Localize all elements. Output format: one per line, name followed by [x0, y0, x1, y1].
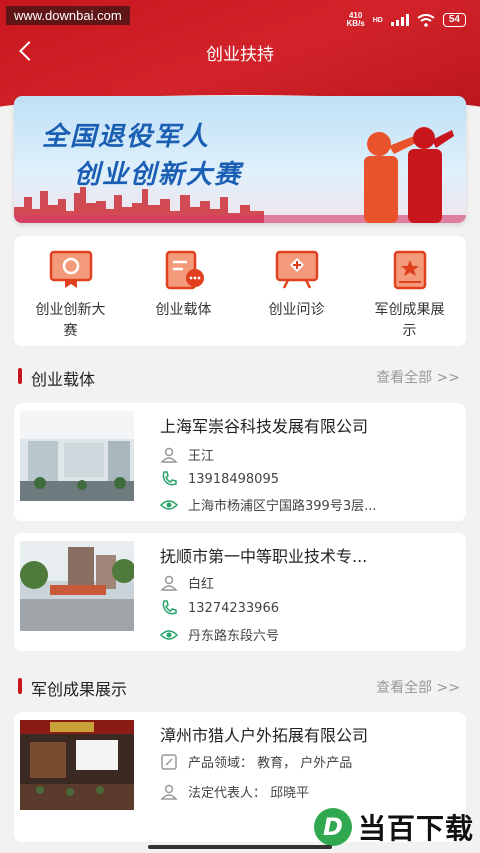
office-photo [20, 411, 134, 501]
category-achievements[interactable]: 军创成果展示 [362, 250, 458, 346]
certificate-icon [49, 250, 92, 288]
banner-line-1: 全国退役军人 [42, 122, 211, 152]
person-icon [160, 784, 178, 800]
page-title: 创业扶持 [206, 45, 274, 65]
status-bar: 410 KB/s HD 54 [347, 12, 466, 28]
site-logo: D 当百下载 [313, 807, 474, 847]
address: 丹东路东段六号 [188, 629, 280, 644]
battery-icon: 54 [442, 13, 466, 27]
address-row: 丹东路东段六号 [160, 625, 428, 644]
contact-person-row: 王江 [160, 445, 428, 464]
view-all-achievements-link[interactable]: 查看全部 >> [376, 677, 460, 697]
contact-person: 白红 [188, 577, 215, 592]
signal-icon [390, 14, 409, 26]
saluting-soldiers-illustration [364, 127, 454, 223]
logo-text: 当百下载 [357, 812, 474, 845]
carrier-card[interactable]: 抚顺市第一中等职业技术专... 白红 13274233966 丹东路东段六号 [14, 533, 466, 651]
section-title: 军创成果展示 [31, 680, 128, 699]
school-photo [20, 541, 134, 631]
address: 上海市杨浦区宁国路399号3层... [188, 499, 377, 514]
contact-person: 王江 [188, 449, 215, 464]
medical-board-icon [275, 250, 318, 289]
logo-mark: D [313, 808, 352, 846]
edit-field-icon [161, 753, 177, 770]
document-chat-icon [165, 250, 204, 290]
exhibition-booth-photo [20, 720, 134, 810]
watermark: www.downbai.com [6, 6, 130, 25]
address-row: 上海市杨浦区宁国路399号3层... [160, 495, 428, 514]
hd-indicator: HD [372, 16, 383, 24]
section-title: 创业载体 [31, 370, 96, 389]
category-grid: 创业创新大赛 创业载体 创业问诊 军创成果展示 [14, 236, 466, 346]
category-label: 创业问诊 [268, 302, 325, 318]
section-accent-bar [18, 368, 22, 384]
contact-person-row: 白红 [160, 573, 428, 592]
eye-icon [160, 629, 178, 640]
legal-representative: 法定代表人： 邱晓平 [188, 786, 310, 801]
phone-row: 13918498095 [160, 470, 428, 488]
product-field-row: 产品领域： 教育， 户外产品 [160, 752, 428, 771]
category-contest[interactable]: 创业创新大赛 [23, 250, 119, 346]
category-consult[interactable]: 创业问诊 [249, 250, 345, 346]
company-name: 漳州市猎人户外拓展有限公司 [160, 726, 369, 745]
phone-number[interactable]: 13918498095 [188, 472, 428, 487]
star-book-icon [393, 250, 426, 290]
company-name: 抚顺市第一中等职业技术专... [160, 547, 368, 566]
phone-row: 13274233966 [160, 599, 428, 617]
section-header-achievements: 军创成果展示 查看全部 >> [14, 674, 466, 699]
category-label: 军创成果展示 [374, 302, 445, 339]
phone-icon [162, 600, 177, 615]
legal-rep-row: 法定代表人： 邱晓平 [160, 782, 428, 801]
home-indicator[interactable] [148, 845, 332, 849]
eye-icon [160, 499, 178, 510]
category-label: 创业创新大赛 [35, 302, 106, 339]
company-name: 上海军崇谷科技发展有限公司 [160, 417, 369, 436]
phone-number[interactable]: 13274233966 [188, 601, 428, 616]
person-icon [160, 575, 178, 591]
category-carrier[interactable]: 创业载体 [136, 250, 232, 346]
section-header-carriers: 创业载体 查看全部 >> [14, 364, 466, 389]
person-icon [160, 447, 178, 463]
category-label: 创业载体 [155, 302, 212, 318]
phone-icon [162, 471, 177, 486]
network-speed: 410 KB/s [346, 11, 365, 28]
carrier-card[interactable]: 上海军崇谷科技发展有限公司 王江 13918498095 上海市杨浦区宁国路39… [14, 403, 466, 521]
product-field: 产品领域： 教育， 户外产品 [188, 756, 353, 771]
view-all-carriers-link[interactable]: 查看全部 >> [376, 367, 460, 387]
section-accent-bar [18, 678, 22, 694]
contest-banner[interactable]: 全国退役军人 创业创新大赛 [14, 96, 466, 223]
wifi-icon [417, 13, 435, 27]
